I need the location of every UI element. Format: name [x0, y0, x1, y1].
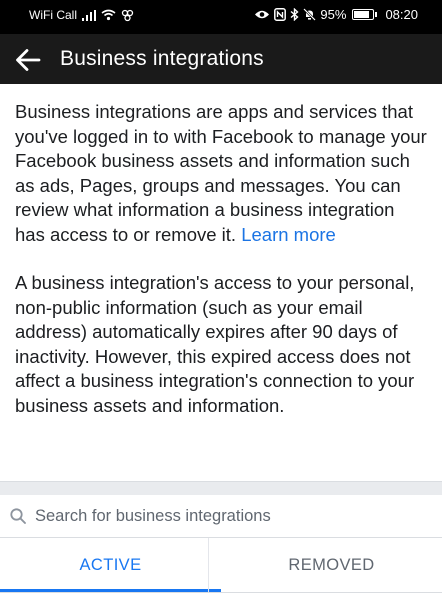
search-input[interactable] [35, 503, 425, 529]
wifi-icon [101, 9, 116, 21]
status-left: WiFi Call [29, 8, 134, 22]
section-divider [0, 481, 442, 495]
battery-percent: 95% [320, 7, 347, 22]
signal-icon [82, 9, 96, 21]
arrow-left-icon[interactable] [14, 46, 42, 74]
status-right: 95% 08:20 [254, 7, 418, 22]
clock: 08:20 [385, 7, 418, 22]
page-title: Business integrations [60, 47, 264, 70]
intro-text: Business integrations are apps and servi… [15, 101, 427, 245]
tab-bar-bottom-border [0, 592, 442, 593]
mute-bell-icon [303, 8, 317, 21]
carrier-label: WiFi Call [29, 8, 77, 22]
bluetooth-icon [290, 8, 299, 21]
tab-bar: ACTIVE REMOVED [0, 538, 442, 592]
tab-separator [208, 538, 209, 592]
battery-nub [375, 12, 378, 17]
eye-icon [255, 10, 270, 19]
status-bar: WiFi Call 95% 08:20 [0, 0, 442, 34]
description-paragraph-2: A business integration's access to your … [15, 272, 415, 416]
tab-active[interactable]: ACTIVE [0, 538, 221, 592]
battery-icon [352, 9, 375, 20]
learn-more-link[interactable]: Learn more [241, 224, 336, 245]
tab-removed[interactable]: REMOVED [221, 538, 442, 592]
description: Business integrations are apps and servi… [15, 100, 429, 442]
app-bar: Business integrations [0, 34, 442, 84]
nfc-icon [274, 8, 287, 21]
search-icon [10, 508, 26, 524]
search-bar [0, 495, 442, 538]
hotspot-icon [121, 9, 134, 21]
description-paragraph-1: Business integrations are apps and servi… [15, 100, 429, 247]
